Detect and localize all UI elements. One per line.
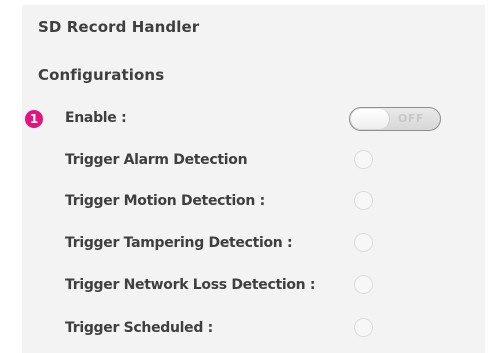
trigger-row-network-loss: Trigger Network Loss Detection : <box>22 271 485 301</box>
enable-row: 1 Enable : OFF <box>22 104 485 134</box>
enable-label: Enable : <box>65 110 127 126</box>
enable-toggle[interactable]: OFF <box>349 107 441 131</box>
trigger-row-scheduled: Trigger Scheduled : <box>22 314 485 344</box>
toggle-knob <box>351 109 390 129</box>
trigger-network-loss-label: Trigger Network Loss Detection : <box>65 277 316 293</box>
trigger-alarm-radio[interactable] <box>354 150 373 169</box>
trigger-row-tampering: Trigger Tampering Detection : <box>22 229 485 259</box>
page-title: SD Record Handler <box>38 18 200 36</box>
sd-record-handler-panel: SD Record Handler Configurations 1 Enabl… <box>22 5 485 353</box>
toggle-state-text: OFF <box>398 112 424 125</box>
trigger-row-alarm: Trigger Alarm Detection <box>22 146 485 176</box>
trigger-scheduled-radio[interactable] <box>354 318 373 337</box>
trigger-row-motion: Trigger Motion Detection : <box>22 187 485 217</box>
step-badge: 1 <box>25 110 43 128</box>
trigger-motion-label: Trigger Motion Detection : <box>65 193 265 209</box>
trigger-network-loss-radio[interactable] <box>354 275 373 294</box>
trigger-tampering-label: Trigger Tampering Detection : <box>65 235 293 251</box>
trigger-scheduled-label: Trigger Scheduled : <box>65 320 213 336</box>
trigger-motion-radio[interactable] <box>354 191 373 210</box>
trigger-alarm-label: Trigger Alarm Detection <box>65 152 248 168</box>
trigger-tampering-radio[interactable] <box>354 233 373 252</box>
configurations-heading: Configurations <box>38 66 165 84</box>
